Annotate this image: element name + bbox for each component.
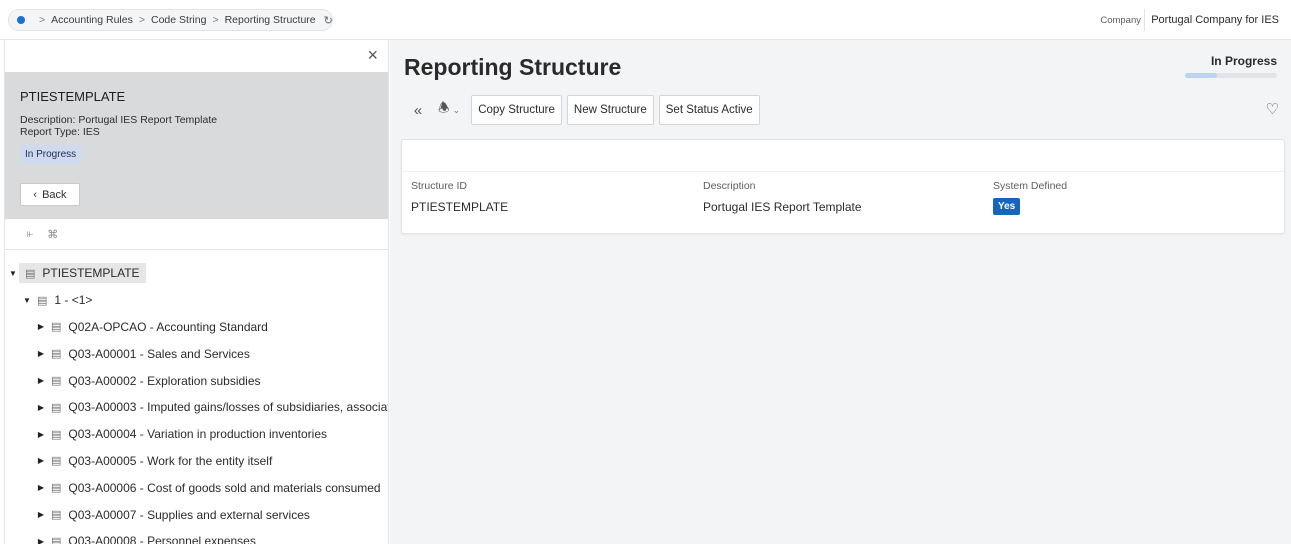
tree-node-label: PTIESTEMPLATE (42, 266, 140, 281)
copy-structure-button[interactable]: Copy Structure (471, 95, 562, 125)
folder-icon: ▤ (37, 294, 48, 307)
folder-icon: ▤ (51, 482, 62, 495)
tree-node-label: Q03-A00007 - Supplies and external servi… (68, 507, 310, 522)
tree-node-label: Q03-A00006 - Cost of goods sold and mate… (68, 480, 381, 495)
breadcrumb-separator: > (39, 14, 46, 26)
caret-right-icon[interactable]: ▶ (35, 403, 47, 412)
command-toolbar: « 🕭 ⌄ Copy Structure New Structure Set S… (404, 94, 760, 126)
top-bar: > Accounting Rules > Code String > Repor… (0, 0, 1291, 40)
description-field: Description Portugal IES Report Template (703, 180, 862, 214)
navigator-panel: × PTIESTEMPLATE Description: Portugal IE… (5, 40, 389, 544)
tree-node[interactable]: ▶ ▤ Q03-A00007 - Supplies and external s… (5, 501, 388, 528)
home-icon[interactable] (17, 16, 25, 24)
system-defined-field: System Defined Yes (993, 180, 1067, 215)
panel-structure-id: PTIESTEMPLATE (20, 89, 126, 104)
tree-node-label: Q03-A00005 - Work for the entity itself (68, 453, 273, 468)
system-defined-label: System Defined (993, 180, 1068, 192)
tree-node[interactable]: ▶ ▤ Q02A-OPCAO - Accounting Standard (5, 314, 388, 341)
card-header (402, 140, 1284, 172)
back-button[interactable]: ‹ Back (20, 183, 80, 206)
panel-description: Description: Portugal IES Report Templat… (20, 114, 218, 126)
caret-right-icon[interactable]: ▶ (35, 376, 47, 385)
caret-right-icon[interactable]: ▶ (35, 510, 47, 519)
heart-icon[interactable]: ♡ (1266, 100, 1279, 118)
tree-node-label: Q03-A00008 - Personnel expenses (68, 534, 256, 544)
main-content: Reporting Structure In Progress « 🕭 ⌄ Co… (390, 40, 1291, 544)
caret-right-icon[interactable]: ▶ (35, 483, 47, 492)
hierarchy-icon[interactable]: ⌘ (47, 228, 58, 241)
notifications-menu[interactable]: 🕭 ⌄ (432, 96, 466, 124)
tree-node-label: 1 - <1> (54, 293, 93, 308)
chevron-down-icon: ⌄ (452, 104, 461, 115)
folder-icon: ▤ (51, 535, 62, 544)
tree-node[interactable]: ▶ ▤ Q03-A00004 - Variation in production… (5, 421, 388, 448)
panel-header: PTIESTEMPLATE Description: Portugal IES … (5, 72, 388, 219)
caret-down-icon[interactable]: ▼ (21, 296, 33, 305)
structure-tree: ▼ ▤ PTIESTEMPLATE ▼ ▤ 1 - <1> ▶ ▤ Q02A-O… (5, 250, 388, 544)
company-label: Company (1100, 15, 1141, 26)
tree-node-label: Q03-A00004 - Variation in production inv… (68, 427, 328, 442)
tree-root-selected[interactable]: ▤ PTIESTEMPLATE (19, 263, 146, 284)
system-defined-badge: Yes (993, 198, 1021, 215)
refresh-icon[interactable]: ↻ (324, 14, 333, 27)
caret-right-icon[interactable]: ▶ (35, 322, 47, 331)
set-status-active-button[interactable]: Set Status Active (658, 95, 760, 125)
tree-node-label: Q03-A00002 - Exploration subsidies (68, 373, 261, 388)
tree-node[interactable]: ▶ ▤ Q03-A00006 - Cost of goods sold and … (5, 474, 388, 501)
folder-icon: ▤ (51, 509, 62, 522)
folder-icon: ▤ (51, 401, 62, 414)
tree-node[interactable]: ▶ ▤ Q03-A00008 - Personnel expenses (5, 528, 388, 544)
status-progress-fill (1185, 73, 1218, 78)
panel-report-type: Report Type: IES (20, 126, 100, 138)
breadcrumb: > Accounting Rules > Code String > Repor… (8, 9, 333, 31)
structure-id-field: Structure ID PTIESTEMPLATE (411, 180, 508, 214)
structure-id-label: Structure ID (411, 180, 468, 192)
caret-right-icon[interactable]: ▶ (35, 349, 47, 358)
tree-node-label: Q02A-OPCAO - Accounting Standard (68, 319, 268, 334)
folder-icon: ▤ (51, 455, 62, 468)
tree-toolbar: ⫦ ⌘ (5, 219, 388, 250)
status-label: In Progress (1210, 54, 1277, 68)
description-label: Description (703, 180, 756, 192)
folder-icon: ▤ (25, 267, 36, 280)
tree-node[interactable]: ▶ ▤ Q03-A00001 - Sales and Services (5, 340, 388, 367)
folder-icon: ▤ (51, 321, 62, 334)
close-icon[interactable]: × (367, 46, 378, 64)
tree-node[interactable]: ▶ ▤ Q03-A00002 - Exploration subsidies (5, 367, 388, 394)
caret-right-icon[interactable]: ▶ (35, 537, 47, 544)
record-card: Structure ID PTIESTEMPLATE Description P… (401, 139, 1285, 234)
tree-node-label: Q03-A00003 - Imputed gains/losses of sub… (68, 400, 388, 415)
breadcrumb-separator: > (138, 14, 145, 26)
chevron-left-icon: ‹ (33, 188, 38, 201)
tree-node-label: Q03-A00001 - Sales and Services (68, 346, 250, 361)
panel-close-row: × (5, 40, 388, 72)
new-structure-button[interactable]: New Structure (566, 95, 654, 125)
breadcrumb-reporting-structure[interactable]: Reporting Structure (225, 14, 316, 26)
bell-icon: 🕭 (438, 100, 450, 115)
breadcrumb-accounting-rules[interactable]: Accounting Rules (51, 14, 133, 26)
company-selector[interactable]: Portugal Company for IES (1144, 9, 1285, 31)
tree-node[interactable]: ▶ ▤ Q03-A00003 - Imputed gains/losses of… (5, 394, 388, 421)
folder-icon: ▤ (51, 428, 62, 441)
caret-right-icon[interactable]: ▶ (35, 430, 47, 439)
pin-icon[interactable]: ⫦ (27, 228, 33, 241)
collapse-panel-icon[interactable]: « (404, 96, 432, 124)
description-value: Portugal IES Report Template (703, 200, 862, 214)
panel-status-badge: In Progress (20, 145, 82, 164)
breadcrumb-separator: > (212, 14, 219, 26)
structure-id-value: PTIESTEMPLATE (411, 200, 509, 214)
caret-right-icon[interactable]: ▶ (35, 456, 47, 465)
folder-icon: ▤ (51, 375, 62, 388)
tree-node[interactable]: ▶ ▤ Q03-A00005 - Work for the entity its… (5, 448, 388, 475)
caret-down-icon[interactable]: ▼ (7, 269, 19, 278)
page-title: Reporting Structure (404, 54, 622, 80)
back-button-label: Back (42, 188, 67, 201)
folder-icon: ▤ (51, 348, 62, 361)
status-progress-bar (1185, 73, 1277, 78)
tree-node-level1[interactable]: ▼ ▤ 1 - <1> (5, 287, 388, 314)
tree-root-node[interactable]: ▼ ▤ PTIESTEMPLATE (5, 260, 388, 287)
breadcrumb-code-string[interactable]: Code String (151, 14, 206, 26)
